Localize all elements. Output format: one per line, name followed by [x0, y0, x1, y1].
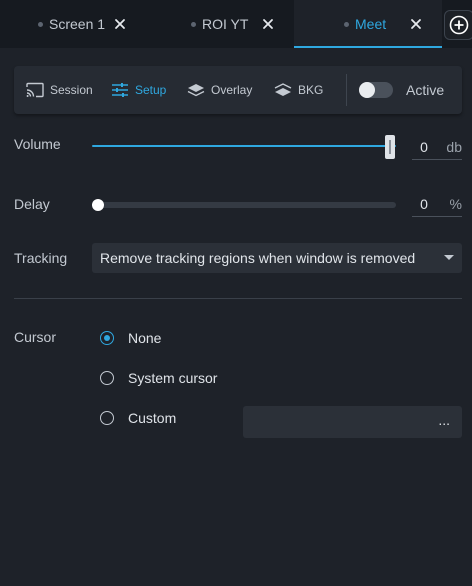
tab-screen-1[interactable]: Screen 1 — [0, 0, 148, 48]
active-toggle[interactable] — [359, 82, 393, 98]
volume-slider-thumb[interactable] — [385, 135, 395, 159]
radio-button[interactable] — [100, 331, 114, 345]
delay-value-field[interactable]: 0 % — [412, 191, 462, 217]
cast-icon — [26, 82, 44, 98]
close-icon[interactable] — [406, 14, 426, 34]
overlay-label: Overlay — [211, 83, 253, 97]
tab-meet[interactable]: Meet — [294, 0, 442, 48]
overlay-button[interactable]: Overlay — [187, 66, 252, 114]
volume-unit: db — [446, 138, 462, 155]
cursor-label: Cursor — [14, 329, 57, 345]
delay-value: 0 — [420, 195, 428, 212]
cursor-option-custom[interactable]: Custom — [100, 408, 176, 428]
tab-status-dot — [191, 21, 196, 27]
sliders-icon — [112, 83, 128, 97]
toolbar-divider — [346, 74, 347, 106]
browse-button[interactable]: ... — [438, 412, 450, 428]
cursor-option-system[interactable]: System cursor — [100, 368, 217, 388]
volume-slider-track[interactable] — [92, 145, 396, 147]
layers-icon — [274, 83, 292, 96]
tab-roi-yt[interactable]: ROI YT — [148, 0, 294, 48]
session-label: Session — [50, 83, 93, 97]
tracking-dropdown[interactable]: Remove tracking regions when window is r… — [92, 243, 462, 273]
delay-label: Delay — [14, 196, 50, 212]
tab-label: ROI YT — [202, 16, 249, 32]
add-tab-button[interactable] — [444, 10, 472, 40]
toggle-knob — [359, 82, 375, 98]
layers-icon — [187, 84, 205, 97]
bkg-button[interactable]: BKG — [274, 66, 323, 114]
plus-circle-icon — [449, 15, 469, 35]
tab-status-dot — [38, 21, 43, 27]
settings-toolbar: Session Setup Overlay BKG Active — [14, 66, 462, 114]
setup-label: Setup — [135, 83, 167, 97]
chevron-down-icon — [444, 255, 454, 260]
radio-button[interactable] — [100, 371, 114, 385]
bkg-label: BKG — [298, 83, 324, 97]
tab-status-dot — [344, 21, 349, 27]
delay-unit: % — [449, 195, 462, 212]
tab-label: Screen 1 — [49, 16, 106, 32]
volume-label: Volume — [14, 136, 61, 152]
radio-label: System cursor — [128, 370, 218, 386]
delay-slider-track[interactable] — [92, 202, 396, 208]
tracking-selected-value: Remove tracking regions when window is r… — [100, 250, 416, 266]
session-button[interactable]: Session — [26, 66, 93, 114]
tab-label: Meet — [355, 16, 387, 32]
cursor-option-none[interactable]: None — [100, 328, 161, 348]
radio-label: None — [128, 330, 162, 346]
custom-cursor-path-field[interactable]: ... — [243, 406, 462, 438]
section-divider — [14, 298, 462, 299]
volume-value-field[interactable]: 0 db — [412, 134, 462, 160]
active-label: Active — [406, 82, 445, 98]
tracking-label: Tracking — [14, 250, 68, 266]
radio-button[interactable] — [100, 411, 114, 425]
delay-slider-thumb[interactable] — [92, 199, 104, 211]
volume-value: 0 — [420, 138, 428, 155]
tab-bar: Screen 1 ROI YT Meet — [0, 0, 472, 48]
setup-button[interactable]: Setup — [111, 66, 166, 114]
radio-label: Custom — [128, 410, 177, 426]
close-icon[interactable] — [258, 14, 278, 34]
close-icon[interactable] — [110, 14, 130, 34]
